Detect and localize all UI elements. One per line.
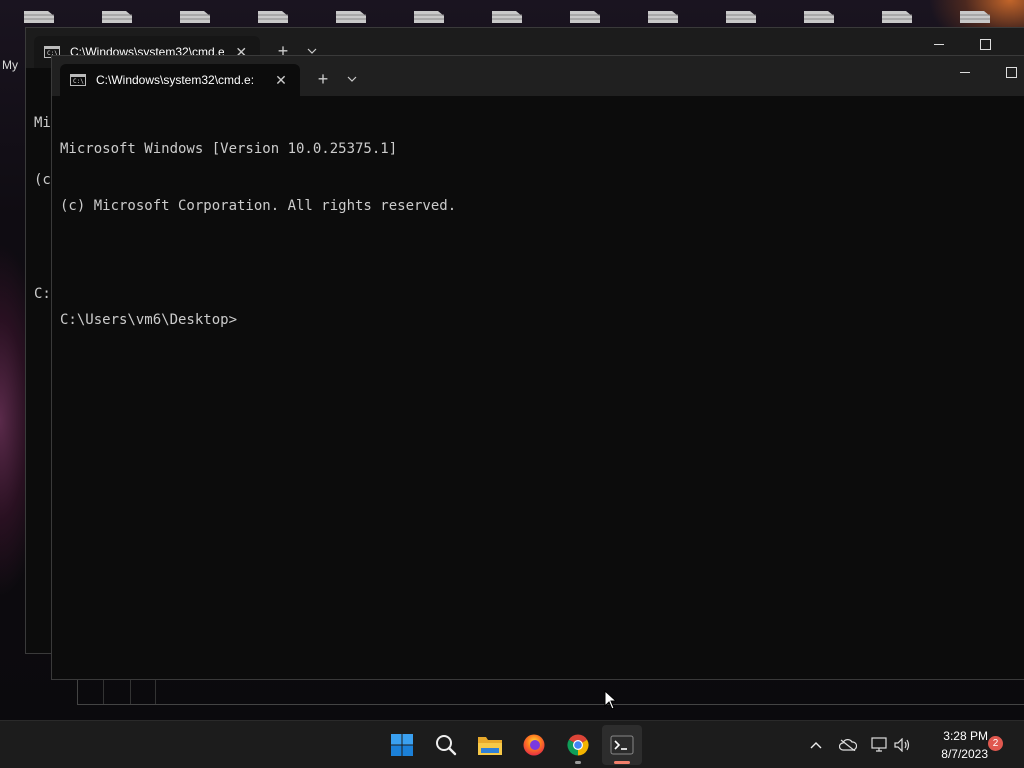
- tab-cmd[interactable]: C:\ C:\Windows\system32\cmd.e: ✕: [60, 64, 300, 96]
- terminal-button[interactable]: [602, 725, 642, 765]
- console-prompt: C:\Users\vm6\Desktop>: [60, 312, 238, 328]
- search-button[interactable]: [426, 725, 466, 765]
- volume-icon: [894, 738, 910, 752]
- desktop-file-icon[interactable]: [646, 8, 680, 24]
- chevron-down-icon[interactable]: [340, 64, 364, 94]
- console-line: Microsoft Windows [Version 10.0.25375.1]: [60, 141, 398, 157]
- desktop-file-icon[interactable]: [958, 8, 992, 24]
- desktop-file-icon[interactable]: [802, 8, 836, 24]
- cmd-icon: C:\: [70, 74, 86, 86]
- firefox-button[interactable]: [514, 725, 554, 765]
- clock-date: 8/7/2023: [941, 747, 988, 761]
- network-button[interactable]: [868, 721, 892, 768]
- active-indicator: [614, 761, 630, 764]
- cloud-offline-icon: [839, 739, 857, 751]
- terminal-window-front[interactable]: C:\ C:\Windows\system32\cmd.e: ✕ + Micro…: [51, 55, 1024, 680]
- network-icon: [871, 737, 887, 752]
- desktop-file-icon[interactable]: [724, 8, 758, 24]
- folder-icon: [478, 737, 502, 755]
- console-line: (c) Microsoft Corporation. All rights re…: [60, 198, 457, 214]
- start-button[interactable]: [382, 725, 422, 765]
- chrome-icon: [567, 734, 589, 756]
- notification-badge[interactable]: 2: [988, 736, 1003, 751]
- volume-button[interactable]: [892, 721, 914, 768]
- minimize-button[interactable]: [942, 56, 988, 88]
- desktop-label[interactable]: My: [2, 58, 18, 72]
- new-tab-button[interactable]: +: [306, 64, 340, 94]
- tab-title: C:\Windows\system32\cmd.e:: [96, 73, 255, 87]
- desktop-file-icon[interactable]: [22, 8, 56, 24]
- firefox-icon: [523, 734, 545, 756]
- desktop-file-icon[interactable]: [178, 8, 212, 24]
- desktop-file-icon[interactable]: [256, 8, 290, 24]
- mouse-pointer-icon: [604, 689, 618, 715]
- maximize-button[interactable]: [988, 56, 1024, 88]
- terminal-icon: [610, 735, 634, 755]
- search-icon: [436, 735, 457, 756]
- close-tab-icon[interactable]: ✕: [272, 72, 290, 89]
- show-hidden-icons-button[interactable]: [804, 721, 828, 768]
- desktop-file-icon[interactable]: [880, 8, 914, 24]
- chrome-button[interactable]: [558, 725, 598, 765]
- desktop-file-icon[interactable]: [568, 8, 602, 24]
- taskbar: 3:28 PM 8/7/2023: [0, 720, 1024, 768]
- clock[interactable]: 3:28 PM 8/7/2023: [918, 727, 988, 763]
- desktop-file-icon[interactable]: [490, 8, 524, 24]
- desktop-file-icon[interactable]: [100, 8, 134, 24]
- console-output[interactable]: Microsoft Windows [Version 10.0.25375.1]…: [60, 102, 456, 368]
- clock-time: 3:28 PM: [943, 729, 988, 743]
- chevron-up-icon: [810, 742, 822, 749]
- window-outline-artifact: [77, 680, 1024, 705]
- windows-logo-icon: [391, 734, 413, 756]
- onedrive-button[interactable]: [836, 721, 860, 768]
- desktop-file-icon[interactable]: [412, 8, 446, 24]
- desktop-file-icon[interactable]: [334, 8, 368, 24]
- file-explorer-button[interactable]: [470, 725, 510, 765]
- running-indicator: [575, 761, 581, 764]
- title-bar[interactable]: C:\ C:\Windows\system32\cmd.e: ✕ +: [52, 56, 1024, 96]
